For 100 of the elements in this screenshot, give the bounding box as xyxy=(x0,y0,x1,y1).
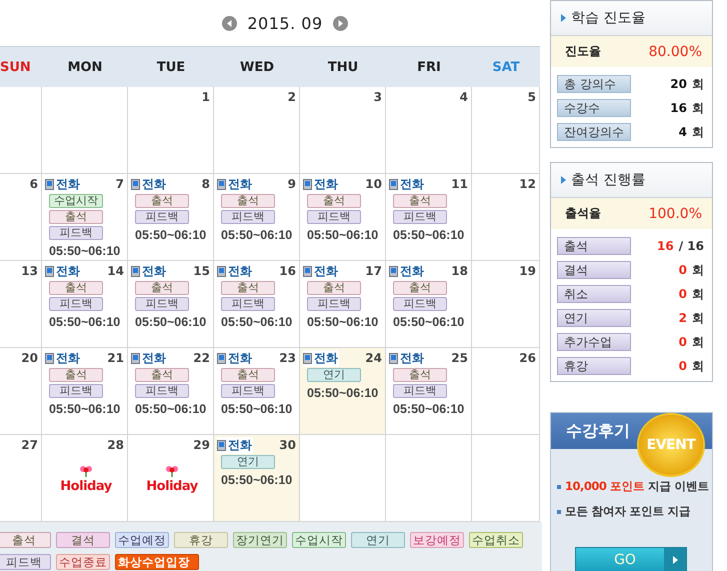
class-time: 05:50~06:10 xyxy=(307,315,378,330)
day-number: 6 xyxy=(30,177,38,191)
bullet-icon xyxy=(557,484,561,488)
month-title: 2015. 09 xyxy=(247,14,323,32)
event-text: 10,000 포인트 지급 이벤트 xyxy=(565,479,709,494)
status-tag: 출석 xyxy=(49,210,103,224)
bullet-icon xyxy=(561,176,566,184)
legend-tag: 수업종료 xyxy=(56,554,110,570)
day-number: 23 xyxy=(279,351,296,365)
class-time: 05:50~06:10 xyxy=(307,386,378,401)
class-time: 05:50~06:10 xyxy=(221,473,292,488)
phone-icon xyxy=(303,178,312,190)
class-time: 05:50~06:10 xyxy=(49,315,120,330)
day-number: 16 xyxy=(279,264,296,278)
day-number: 26 xyxy=(519,351,536,365)
status-tag: 출석 xyxy=(49,368,103,382)
phone-link[interactable]: 전화 xyxy=(131,176,167,192)
day-number: 11 xyxy=(451,177,468,191)
legend-tag: 결석 xyxy=(56,532,110,548)
status-tag: 피드백 xyxy=(393,297,447,311)
day-number: 21 xyxy=(107,351,124,365)
stat-value: 0 xyxy=(678,359,687,373)
status-tag: 연기 xyxy=(221,455,275,469)
weekday-header: SUN xyxy=(0,46,42,87)
legend-tag: 수업예정 xyxy=(115,532,169,548)
stat-unit: 회 xyxy=(692,310,704,326)
stat-unit: 회 xyxy=(692,124,704,140)
day-number: 1 xyxy=(202,90,210,104)
stat-value: 2 xyxy=(678,311,687,325)
weekday-header: WED xyxy=(214,46,300,87)
phone-icon xyxy=(389,266,398,276)
day-number: 8 xyxy=(202,177,210,191)
class-time: 05:50~06:10 xyxy=(135,315,206,330)
caret-icon xyxy=(672,556,678,564)
phone-icon xyxy=(45,266,54,276)
phone-icon xyxy=(389,352,398,364)
phone-link[interactable]: 전화 xyxy=(131,262,167,280)
class-time: 05:50~06:10 xyxy=(221,228,292,243)
rate-value: 80.00% xyxy=(648,44,702,60)
bullet-icon xyxy=(557,510,561,514)
phone-link[interactable]: 전화 xyxy=(45,262,81,280)
stat-value: 0 xyxy=(678,335,687,349)
status-tag: 출석 xyxy=(393,368,447,382)
stat-value: 4 xyxy=(678,125,687,139)
status-tag: 피드백 xyxy=(221,210,275,224)
stat-unit: / 16 xyxy=(678,239,704,253)
day-number: 22 xyxy=(193,351,210,365)
phone-link[interactable]: 전화 xyxy=(303,176,339,192)
legend-tag: 휴강 xyxy=(174,532,228,548)
day-number: 13 xyxy=(21,264,38,278)
phone-link[interactable]: 전화 xyxy=(45,350,81,366)
status-tag: 출석 xyxy=(221,368,275,382)
class-time: 05:50~06:10 xyxy=(49,244,120,259)
phone-icon xyxy=(217,266,226,276)
status-tag: 피드백 xyxy=(307,210,361,224)
phone-link[interactable]: 전화 xyxy=(389,350,425,366)
event-seal: EVENT xyxy=(639,415,703,475)
status-tag: 피드백 xyxy=(49,297,103,311)
day-number: 12 xyxy=(519,177,536,191)
stat-value: 20 xyxy=(670,77,687,91)
phone-link[interactable]: 전화 xyxy=(131,350,167,366)
class-time: 05:50~06:10 xyxy=(135,402,206,417)
day-number: 10 xyxy=(365,177,382,191)
phone-link[interactable]: 전화 xyxy=(217,436,253,454)
video-class-button[interactable]: 화상수업입장 xyxy=(115,554,199,570)
phone-link[interactable]: 전화 xyxy=(217,262,253,280)
phone-link[interactable]: 전화 xyxy=(45,176,81,192)
phone-link[interactable]: 전화 xyxy=(303,262,339,280)
phone-icon xyxy=(131,178,140,190)
phone-link[interactable]: 전화 xyxy=(217,176,253,192)
rate-label: 출석율 xyxy=(565,205,601,222)
legend-tag: 보강예정 xyxy=(410,532,464,548)
legend-tag: 수업취소 xyxy=(469,532,523,548)
rate-label: 진도율 xyxy=(565,43,601,60)
day-number: 4 xyxy=(460,90,468,104)
stat-unit: 회 xyxy=(692,358,704,374)
status-tag: 피드백 xyxy=(393,210,447,224)
phone-icon xyxy=(217,440,226,450)
legend-tag: 수업시작 xyxy=(292,532,346,548)
banner-title: 수강후기 xyxy=(566,420,630,442)
flower-icon xyxy=(79,465,93,477)
stat-unit: 회 xyxy=(692,334,704,350)
day-number: 9 xyxy=(288,177,296,191)
phone-link[interactable]: 전화 xyxy=(389,176,425,192)
weekday-header: THU xyxy=(300,46,386,87)
status-tag: 피드백 xyxy=(49,226,103,240)
phone-link[interactable]: 전화 xyxy=(217,350,253,366)
stat-label: 수강수 xyxy=(557,99,631,117)
stat-unit: 회 xyxy=(692,262,704,278)
stat-unit: 회 xyxy=(692,286,704,302)
phone-link[interactable]: 전화 xyxy=(389,262,425,280)
class-time: 05:50~06:10 xyxy=(393,402,464,417)
status-tag: 출석 xyxy=(135,368,189,382)
phone-icon xyxy=(45,178,54,190)
phone-icon xyxy=(303,266,312,276)
day-number: 17 xyxy=(365,264,382,278)
phone-link[interactable]: 전화 xyxy=(303,350,339,366)
day-number: 19 xyxy=(519,264,536,278)
status-tag: 출석 xyxy=(307,281,361,295)
stat-label: 연기 xyxy=(557,309,631,327)
